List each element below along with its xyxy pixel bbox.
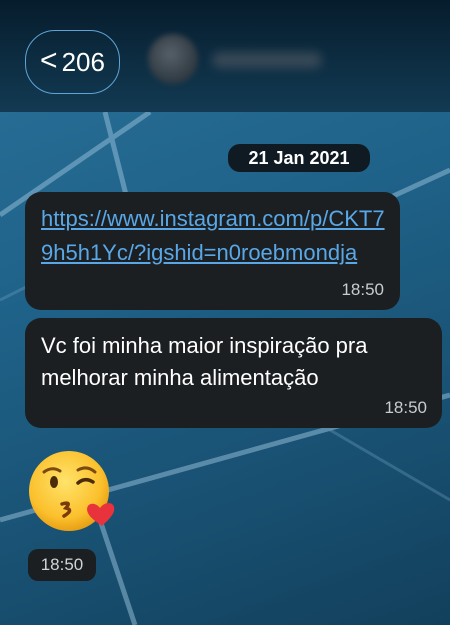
message-time: 18:50 bbox=[384, 398, 427, 417]
message-bubble-text[interactable]: Vc foi minha maior inspiração pra melhor… bbox=[25, 318, 442, 428]
message-text: Vc foi minha maior inspiração pra melhor… bbox=[41, 333, 368, 390]
chat-header: < 206 bbox=[0, 0, 450, 112]
message-time: 18:50 bbox=[28, 549, 96, 581]
unread-count: 206 bbox=[61, 46, 105, 77]
contact-name-blurred[interactable] bbox=[212, 52, 322, 68]
message-time: 18:50 bbox=[341, 280, 384, 299]
date-chip: 21 Jan 2021 bbox=[228, 144, 370, 172]
back-button[interactable]: < 206 bbox=[25, 30, 120, 94]
chevron-left-icon: < bbox=[40, 44, 58, 77]
face-blowing-kiss-icon[interactable] bbox=[22, 446, 122, 536]
message-link[interactable]: https://www.instagram.com/p/CKT79h5h1Yc/… bbox=[41, 202, 386, 270]
message-bubble-link[interactable]: https://www.instagram.com/p/CKT79h5h1Yc/… bbox=[25, 192, 400, 310]
avatar[interactable] bbox=[148, 34, 198, 84]
